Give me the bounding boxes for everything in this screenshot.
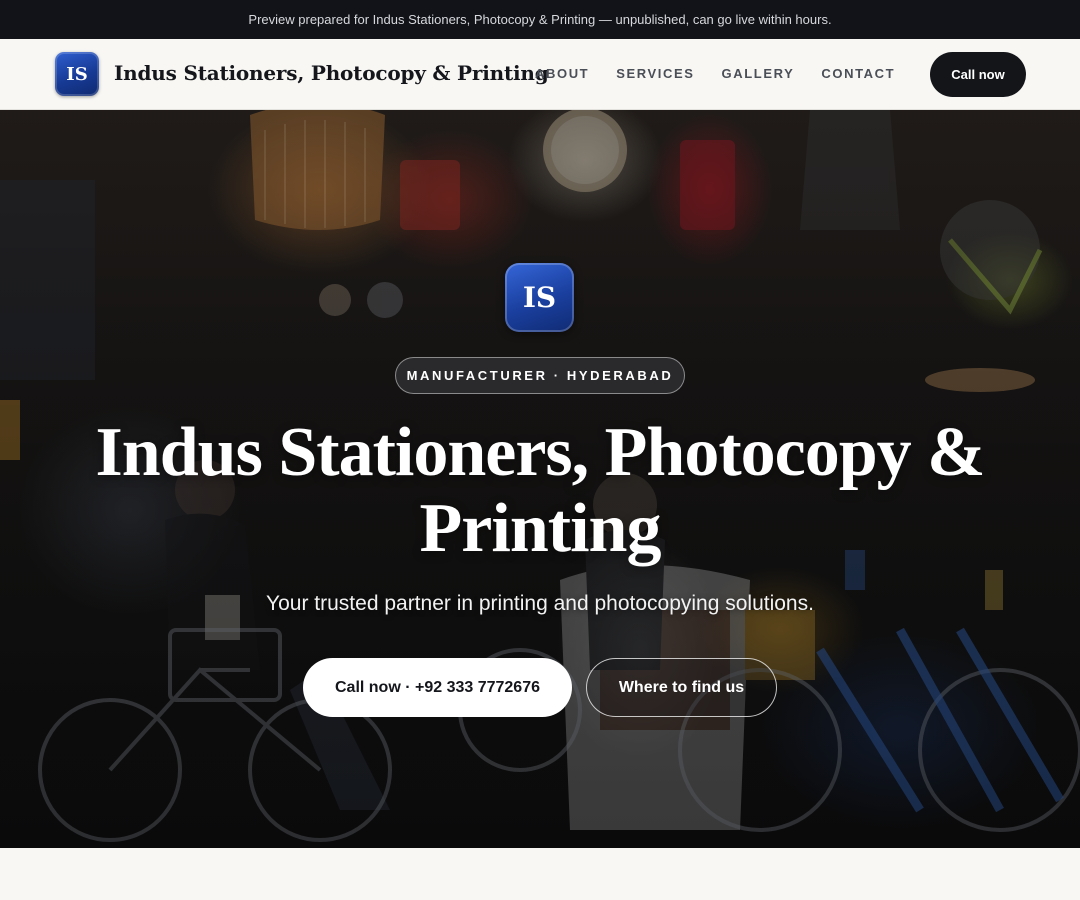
where-to-find-us-button[interactable]: Where to find us [586, 658, 777, 717]
nav-link-gallery[interactable]: GALLERY [722, 66, 795, 81]
hero-subtitle: Your trusted partner in printing and pho… [266, 592, 814, 615]
hero-call-button[interactable]: Call now · +92 333 7772676 [303, 658, 572, 717]
call-now-button[interactable]: Call now [930, 52, 1026, 97]
preview-banner: Preview prepared for Indus Stationers, P… [0, 0, 1080, 39]
nav-link-services[interactable]: SERVICES [616, 66, 694, 81]
hero-logo-icon: IS [505, 263, 574, 332]
brand-name[interactable]: Indus Stationers, Photocopy & Printing [114, 61, 549, 85]
hero-category-badge: MANUFACTURER · HYDERABAD [395, 357, 685, 394]
main-nav: ABOUT SERVICES GALLERY CONTACT [535, 66, 922, 81]
preview-banner-text: Preview prepared for Indus Stationers, P… [248, 12, 832, 27]
site-header: IS Indus Stationers, Photocopy & Printin… [0, 39, 1080, 110]
hero-title: Indus Stationers, Photocopy & Printing [95, 414, 986, 567]
brand-logo-icon[interactable]: IS [55, 52, 99, 96]
nav-link-contact[interactable]: CONTACT [821, 66, 895, 81]
nav-link-about[interactable]: ABOUT [535, 66, 589, 81]
hero-section: IS MANUFACTURER · HYDERABAD Indus Statio… [0, 110, 1080, 848]
